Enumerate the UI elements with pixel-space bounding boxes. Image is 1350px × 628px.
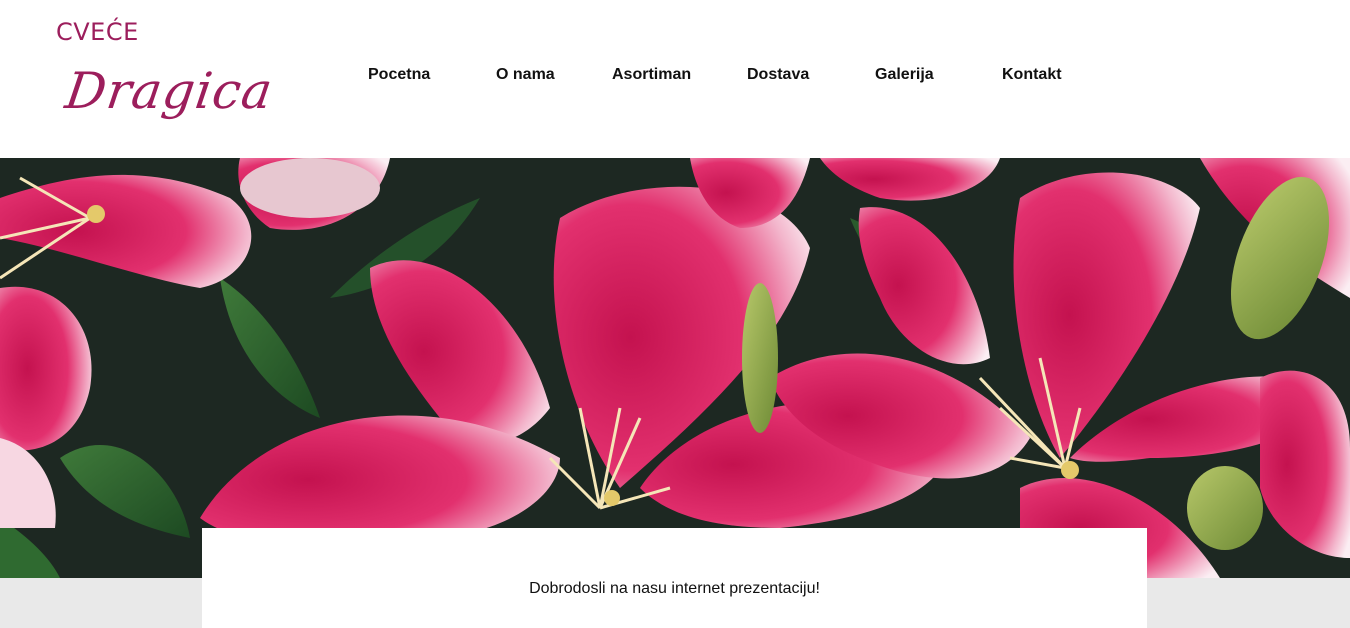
main-nav: Pocetna O nama Asortiman Dostava Galerij… [0,66,1350,88]
nav-item-pocetna[interactable]: Pocetna [368,66,430,84]
lily-flowers-illustration [0,158,1350,578]
hero-banner-image [0,158,1350,578]
nav-item-o-nama[interactable]: O nama [496,66,555,84]
nav-item-asortiman[interactable]: Asortiman [612,66,691,84]
nav-item-kontakt[interactable]: Kontakt [1002,66,1062,84]
nav-item-dostava[interactable]: Dostava [747,66,809,84]
nav-item-galerija[interactable]: Galerija [875,66,934,84]
site-header: CVEĆE Dragica Pocetna O nama Asortiman D… [0,0,1350,158]
logo-top-text[interactable]: CVEĆE [56,18,139,46]
content-card: Dobrodosli na nasu internet prezentaciju… [202,528,1147,628]
welcome-message: Dobrodosli na nasu internet prezentaciju… [529,580,820,597]
